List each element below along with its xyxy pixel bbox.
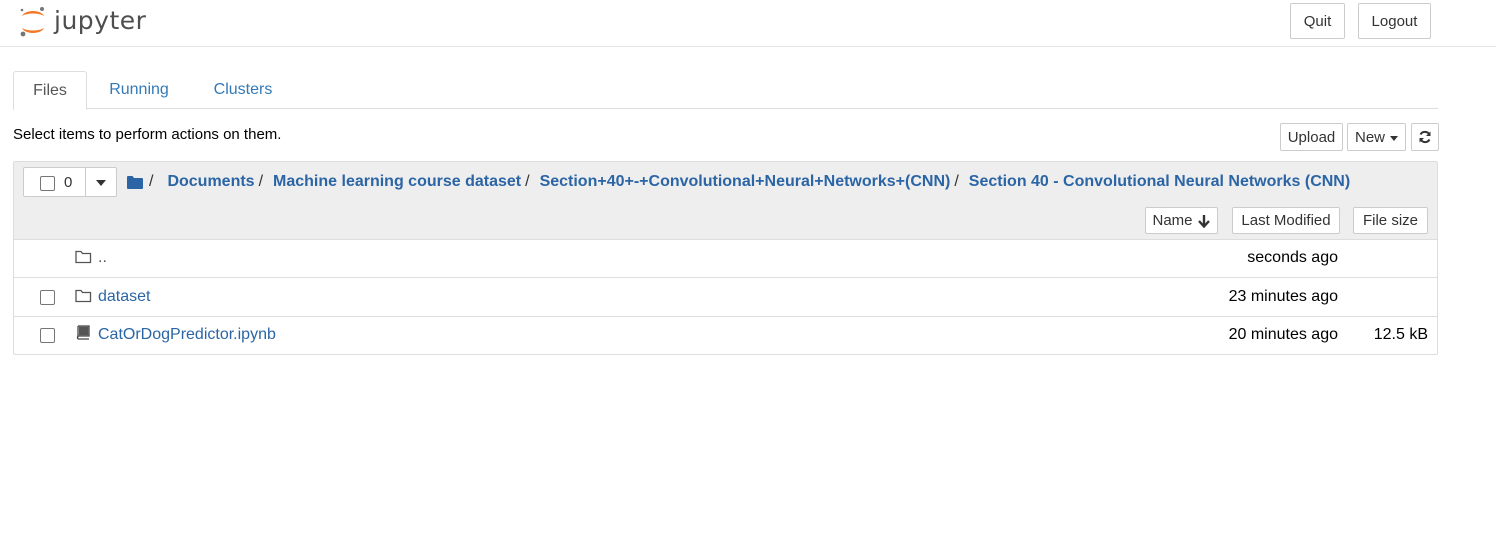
arrow-down-icon: [1197, 214, 1210, 228]
new-dropdown-button[interactable]: New: [1347, 123, 1406, 151]
breadcrumb-separator: /: [258, 173, 264, 190]
list-item[interactable]: dataset 23 minutes ago: [14, 279, 1437, 317]
sort-name-label: Name: [1152, 212, 1193, 229]
notebook-icon: [76, 325, 90, 340]
upload-button[interactable]: Upload: [1280, 123, 1343, 151]
select-all-checkbox[interactable]: [40, 176, 55, 191]
row-checkbox[interactable]: [40, 328, 55, 343]
select-caret-icon[interactable]: [96, 180, 106, 186]
sort-by-modified-button[interactable]: Last Modified: [1232, 207, 1340, 234]
logout-button[interactable]: Logout: [1358, 3, 1431, 39]
breadcrumb-separator: /: [525, 173, 530, 190]
new-button-label: New: [1354, 128, 1385, 146]
file-modified: 23 minutes ago: [1228, 288, 1338, 305]
breadcrumb-item-section-current[interactable]: Section 40 - Convolutional Neural Networ…: [969, 173, 1350, 191]
file-list-header: 0 / Documents / Machine learning course …: [14, 162, 1437, 240]
breadcrumb-item-section-encoded[interactable]: Section+40+-+Convolutional+Neural+Networ…: [540, 173, 951, 191]
selected-count: 0: [64, 174, 73, 191]
jupyter-logo-icon: [20, 7, 44, 37]
list-item[interactable]: CatOrDogPredictor.ipynb 20 minutes ago 1…: [14, 317, 1437, 355]
jupyter-logo[interactable]: jupyter: [18, 4, 146, 40]
folder-icon: [75, 250, 92, 264]
refresh-icon: [1419, 130, 1431, 144]
tab-running[interactable]: Running: [97, 71, 181, 109]
tab-bar: Files Running Clusters: [13, 71, 1438, 110]
logo-text: jupyter: [54, 5, 147, 35]
file-modified: seconds ago: [1247, 249, 1338, 266]
select-all-dropdown[interactable]: 0: [23, 167, 117, 197]
breadcrumb-separator: /: [149, 173, 154, 190]
file-name[interactable]: CatOrDogPredictor.ipynb: [98, 326, 276, 344]
breadcrumb-separator: /: [954, 173, 959, 190]
breadcrumb-item-ml-course[interactable]: Machine learning course dataset: [273, 173, 521, 191]
file-size: 12.5 kB: [1373, 326, 1428, 343]
list-item[interactable]: .. seconds ago: [14, 240, 1437, 278]
file-name[interactable]: ..: [98, 249, 107, 267]
header-bar: jupyter Quit Logout: [0, 0, 1496, 47]
row-checkbox[interactable]: [40, 290, 55, 305]
sort-by-size-button[interactable]: File size: [1353, 207, 1428, 234]
file-modified: 20 minutes ago: [1228, 326, 1338, 343]
refresh-button[interactable]: [1411, 123, 1439, 151]
sort-by-name-button[interactable]: Name: [1145, 207, 1218, 234]
folder-icon: [75, 289, 92, 303]
quit-button[interactable]: Quit: [1290, 3, 1345, 39]
breadcrumb-item-documents[interactable]: Documents: [167, 173, 254, 191]
file-list-panel: 0 / Documents / Machine learning course …: [13, 161, 1438, 355]
caret-down-icon: [1390, 135, 1398, 141]
select-divider: [85, 168, 86, 196]
selection-hint: Select items to perform actions on them.: [13, 126, 282, 143]
file-name[interactable]: dataset: [98, 288, 150, 306]
tab-files[interactable]: Files: [13, 71, 87, 110]
tab-clusters[interactable]: Clusters: [201, 71, 285, 109]
breadcrumb: / Documents / Machine learning course da…: [127, 172, 1350, 192]
home-folder-icon[interactable]: [127, 175, 143, 189]
